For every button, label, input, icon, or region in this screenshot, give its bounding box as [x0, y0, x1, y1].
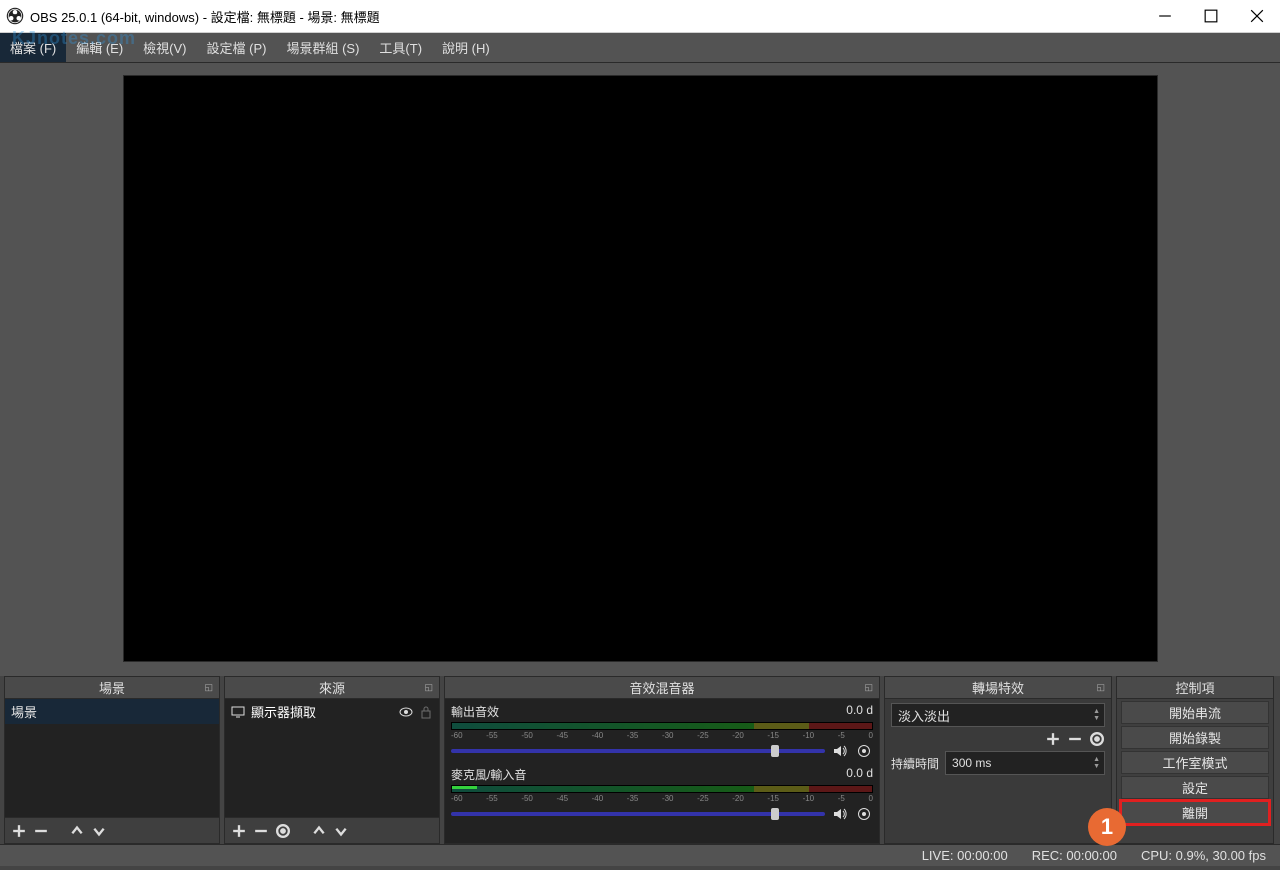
status-cpu: CPU: 0.9%, 30.00 fps — [1141, 848, 1266, 863]
bottom-panels: 場景 ◱ 場景 來源 ◱ 顯示器擷取 — [0, 676, 1280, 844]
chevron-up-down-icon: ▲▼ — [1093, 756, 1100, 770]
menu-tools[interactable]: 工具(T) — [369, 33, 432, 62]
window-title: OBS 25.0.1 (64-bit, windows) - 設定檔: 無標題 … — [30, 7, 380, 26]
sources-panel: 來源 ◱ 顯示器擷取 — [224, 676, 440, 844]
exit-button[interactable]: 離開 — [1121, 801, 1269, 824]
gear-icon[interactable] — [855, 742, 873, 760]
mixer-panel-title: 音效混音器 — [629, 678, 694, 697]
dock-icon[interactable]: ◱ — [204, 682, 213, 693]
meter-ticks: -60-55-50-45-40-35-30-25-20-15-10-50 — [451, 731, 873, 740]
scenes-panel: 場景 ◱ 場景 — [4, 676, 220, 844]
transitions-panel-header[interactable]: 轉場特效 ◱ — [885, 677, 1111, 699]
meter-ticks: -60-55-50-45-40-35-30-25-20-15-10-50 — [451, 794, 873, 803]
menu-edit[interactable]: 編輯 (E) — [66, 33, 133, 62]
transition-selected: 淡入淡出 — [898, 706, 950, 725]
remove-source-button[interactable] — [253, 823, 269, 839]
mixer-list: 輸出音效 0.0 d -60-55-50-45-40-35-30-25-20-1… — [445, 699, 879, 843]
scenes-panel-header[interactable]: 場景 ◱ — [5, 677, 219, 699]
scenes-panel-title: 場景 — [99, 678, 125, 697]
source-item[interactable]: 顯示器擷取 — [225, 699, 439, 724]
dock-icon[interactable]: ◱ — [424, 682, 433, 693]
transition-properties-button[interactable] — [1089, 731, 1105, 747]
status-live: LIVE: 00:00:00 — [922, 848, 1008, 863]
mixer-item: 麥克風/輸入音 0.0 d -60-55-50-45-40-35-30-25-2… — [451, 766, 873, 823]
gear-icon[interactable] — [855, 805, 873, 823]
source-properties-button[interactable] — [275, 823, 291, 839]
volume-slider[interactable] — [451, 812, 825, 816]
dock-icon[interactable]: ◱ — [1096, 682, 1105, 693]
add-source-button[interactable] — [231, 823, 247, 839]
move-source-up-button[interactable] — [311, 823, 327, 839]
chevron-up-down-icon: ▲▼ — [1093, 708, 1100, 722]
controls-panel: 控制項 開始串流 開始錄製 工作室模式 設定 離開 — [1116, 676, 1274, 844]
preview-canvas[interactable] — [123, 75, 1158, 662]
transition-select[interactable]: 淡入淡出 ▲▼ — [891, 703, 1105, 727]
maximize-button[interactable] — [1188, 0, 1234, 32]
settings-button[interactable]: 設定 — [1121, 776, 1269, 799]
display-icon — [231, 705, 245, 719]
menu-view[interactable]: 檢視(V) — [133, 33, 196, 62]
mixer-panel: 音效混音器 ◱ 輸出音效 0.0 d -60-55-50-45-40-35-30… — [444, 676, 880, 844]
menu-help[interactable]: 說明 (H) — [432, 33, 500, 62]
mixer-panel-header[interactable]: 音效混音器 ◱ — [445, 677, 879, 699]
start-stream-button[interactable]: 開始串流 — [1121, 701, 1269, 724]
volume-slider[interactable] — [451, 749, 825, 753]
annotation-badge: 1 — [1088, 808, 1126, 846]
studio-mode-button[interactable]: 工作室模式 — [1121, 751, 1269, 774]
menu-scene-collection[interactable]: 場景群組 (S) — [276, 33, 369, 62]
mixer-item: 輸出音效 0.0 d -60-55-50-45-40-35-30-25-20-1… — [451, 703, 873, 760]
duration-input[interactable]: 300 ms ▲▼ — [945, 751, 1105, 775]
audio-meter — [451, 722, 873, 730]
mixer-label: 輸出音效 — [451, 703, 499, 720]
add-scene-button[interactable] — [11, 823, 27, 839]
sources-panel-title: 來源 — [319, 678, 345, 697]
controls-panel-header[interactable]: 控制項 — [1117, 677, 1273, 699]
speaker-icon[interactable] — [831, 742, 849, 760]
mixer-level: 0.0 d — [846, 703, 873, 720]
minimize-button[interactable] — [1142, 0, 1188, 32]
transitions-panel: 轉場特效 ◱ 淡入淡出 ▲▼ 持續時間 300 ms ▲▼ — [884, 676, 1112, 844]
menu-profile[interactable]: 設定檔 (P) — [197, 33, 277, 62]
scene-item[interactable]: 場景 — [5, 699, 219, 724]
sources-panel-header[interactable]: 來源 ◱ — [225, 677, 439, 699]
audio-meter — [451, 785, 873, 793]
sources-list[interactable]: 顯示器擷取 — [225, 699, 439, 817]
duration-value: 300 ms — [952, 756, 991, 770]
dock-icon[interactable]: ◱ — [864, 682, 873, 693]
transitions-panel-title: 轉場特效 — [972, 678, 1024, 697]
remove-scene-button[interactable] — [33, 823, 49, 839]
menu-file[interactable]: 檔案 (F) — [0, 33, 66, 62]
controls-panel-title: 控制項 — [1175, 678, 1214, 697]
status-rec: REC: 00:00:00 — [1032, 848, 1117, 863]
duration-label: 持續時間 — [891, 755, 939, 772]
source-label: 顯示器擷取 — [251, 702, 316, 721]
move-scene-down-button[interactable] — [91, 823, 107, 839]
eye-icon[interactable] — [399, 705, 413, 719]
move-scene-up-button[interactable] — [69, 823, 85, 839]
titlebar: OBS 25.0.1 (64-bit, windows) - 設定檔: 無標題 … — [0, 0, 1280, 33]
scenes-toolbar — [5, 817, 219, 843]
close-button[interactable] — [1234, 0, 1280, 32]
scenes-list[interactable]: 場景 — [5, 699, 219, 817]
speaker-icon[interactable] — [831, 805, 849, 823]
move-source-down-button[interactable] — [333, 823, 349, 839]
start-record-button[interactable]: 開始錄製 — [1121, 726, 1269, 749]
statusbar: LIVE: 00:00:00 REC: 00:00:00 CPU: 0.9%, … — [0, 844, 1280, 866]
mixer-label: 麥克風/輸入音 — [451, 766, 526, 783]
menubar: 檔案 (F) 編輯 (E) 檢視(V) 設定檔 (P) 場景群組 (S) 工具(… — [0, 33, 1280, 63]
remove-transition-button[interactable] — [1067, 731, 1083, 747]
add-transition-button[interactable] — [1045, 731, 1061, 747]
lock-icon[interactable] — [419, 705, 433, 719]
obs-icon — [6, 7, 24, 25]
preview-area — [0, 63, 1280, 676]
mixer-level: 0.0 d — [846, 766, 873, 783]
sources-toolbar — [225, 817, 439, 843]
